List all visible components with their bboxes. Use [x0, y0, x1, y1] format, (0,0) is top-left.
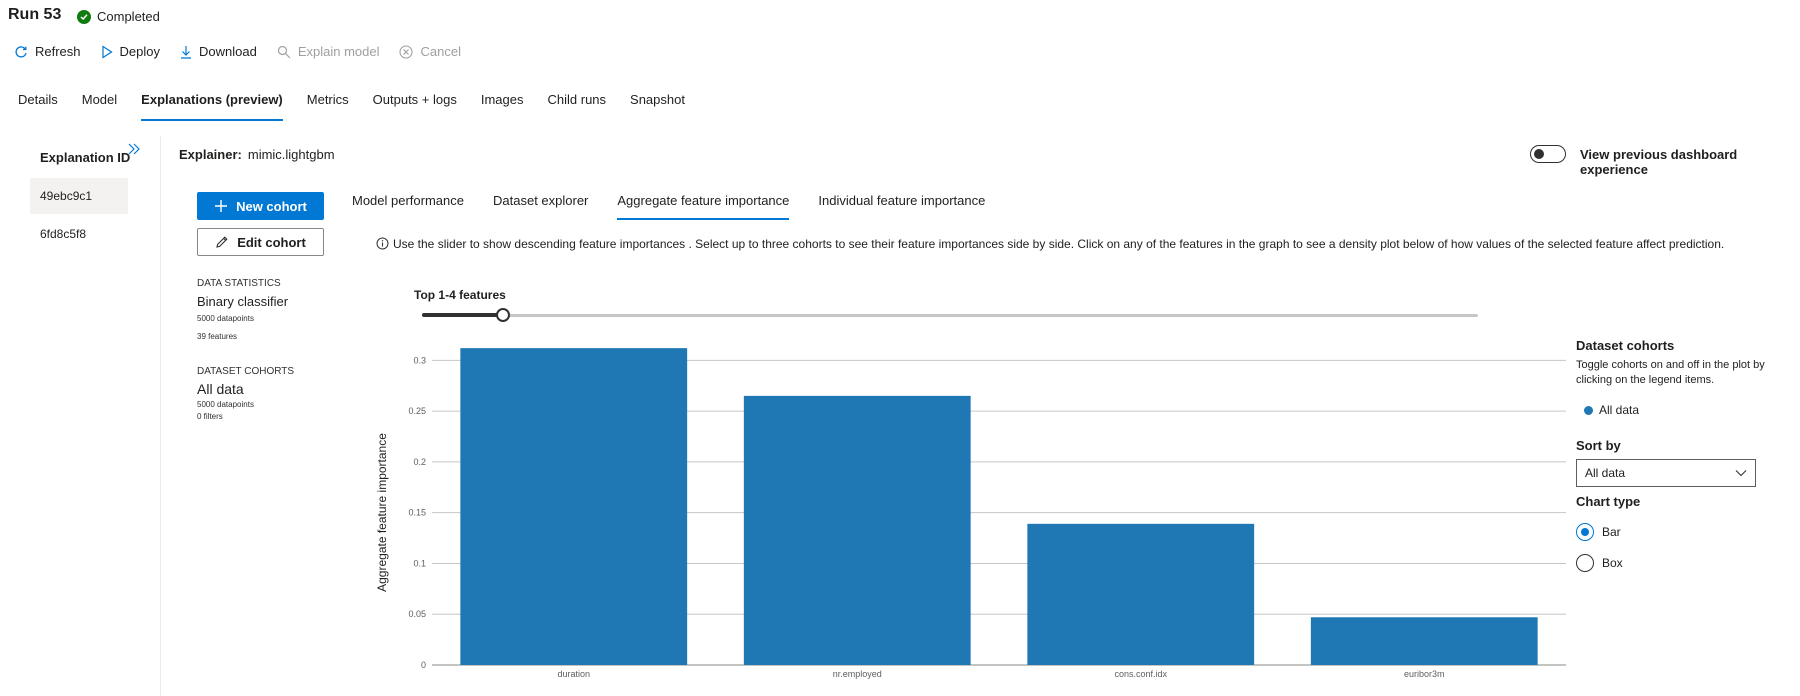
edit-cohort-label: Edit cohort — [237, 234, 306, 250]
chart-type-label: Chart type — [1576, 494, 1641, 509]
previous-dashboard-toggle[interactable] — [1530, 145, 1566, 163]
legend-item-all-data[interactable]: All data — [1584, 403, 1639, 417]
y-tick-label: 0.3 — [413, 355, 426, 365]
y-tick-label: 0.2 — [413, 457, 426, 467]
dataset-cohorts-heading: DATASET COHORTS — [197, 366, 295, 377]
info-text: Use the slider to show descending featur… — [393, 237, 1725, 251]
chart-type-bar-radio[interactable]: Bar — [1576, 523, 1621, 541]
radio-circle-checked — [1576, 523, 1594, 541]
sort-by-value: All data — [1585, 466, 1626, 480]
radio-circle — [1576, 554, 1594, 572]
toggle-knob — [1534, 149, 1544, 159]
check-circle-icon — [77, 9, 91, 24]
info-message: Use the slider to show descending featur… — [376, 236, 1736, 253]
previous-dashboard-label: View previous dashboard experience — [1580, 147, 1738, 177]
feature-slider-thumb[interactable] — [496, 308, 510, 322]
run-tabs: Details Model Explanations (preview) Met… — [18, 92, 685, 121]
cohort-name: All data — [197, 381, 244, 397]
deploy-label: Deploy — [119, 44, 160, 59]
y-tick-label: 0 — [421, 660, 426, 670]
feature-slider-track[interactable] — [422, 314, 1478, 317]
dataset-cohorts-description: Toggle cohorts on and off in the plot by… — [1576, 359, 1765, 386]
chart-type-bar-label: Bar — [1602, 525, 1621, 539]
explanation-item-6fd8c5f8[interactable]: 6fd8c5f8 — [30, 216, 128, 252]
explain-model-label: Explain model — [297, 44, 380, 59]
pencil-icon — [216, 236, 228, 248]
tab-images[interactable]: Images — [481, 92, 524, 115]
refresh-label: Refresh — [35, 44, 81, 59]
explanation-id-header: Explanation ID — [40, 150, 131, 165]
search-icon — [277, 45, 291, 58]
explainer-value: mimic.lightgbm — [247, 147, 335, 162]
tab-details[interactable]: Details — [18, 92, 58, 115]
bar-duration[interactable] — [460, 348, 688, 665]
x-tick-label: nr.employed — [833, 669, 882, 679]
tab-aggregate-feature-importance[interactable]: Aggregate feature importance — [617, 193, 790, 220]
tab-individual-feature-importance[interactable]: Individual feature importance — [818, 193, 985, 208]
explainer-info: Explainer: mimic.lightgbm — [179, 147, 335, 162]
tab-explanations[interactable]: Explanations (preview) — [141, 92, 283, 121]
x-tick-label: duration — [557, 669, 590, 679]
chevron-down-icon — [1735, 470, 1747, 477]
panel-divider — [160, 136, 161, 696]
tab-outputs-logs[interactable]: Outputs + logs — [373, 92, 457, 115]
dashboard-tabs: Model performance Dataset explorer Aggre… — [352, 193, 985, 220]
info-icon — [376, 237, 389, 250]
tab-model[interactable]: Model — [82, 92, 117, 115]
slider-label: Top 1-4 features — [414, 288, 506, 302]
chart-type-box-radio[interactable]: Box — [1576, 554, 1623, 572]
x-tick-label: euribor3m — [1404, 669, 1445, 679]
download-icon — [181, 45, 191, 59]
explanation-item-49ebc9c1[interactable]: 49ebc9c1 — [30, 178, 128, 214]
cancel-button[interactable]: Cancel — [399, 44, 461, 59]
tab-dataset-explorer[interactable]: Dataset explorer — [493, 193, 588, 208]
feature-slider-fill — [422, 313, 504, 317]
cancel-label: Cancel — [420, 44, 461, 59]
tab-metrics[interactable]: Metrics — [307, 92, 349, 115]
y-tick-label: 0.25 — [408, 406, 426, 416]
chart-type-box-label: Box — [1602, 556, 1623, 570]
sort-by-dropdown[interactable]: All data — [1576, 459, 1756, 487]
bar-nr-employed[interactable] — [743, 395, 971, 665]
classifier-type: Binary classifier — [197, 294, 289, 309]
play-icon — [101, 44, 113, 59]
tab-snapshot[interactable]: Snapshot — [630, 92, 685, 115]
new-cohort-button[interactable]: New cohort — [197, 192, 324, 220]
explainer-label: Explainer: — [179, 147, 242, 162]
new-cohort-label: New cohort — [236, 198, 307, 214]
y-axis-label: Aggregate feature importance — [375, 433, 389, 592]
data-statistics-heading: DATA STATISTICS — [197, 278, 281, 289]
cohort-datapoints: 5000 datapoints — [197, 400, 254, 409]
cohort-filters: 0 filters — [197, 412, 223, 421]
y-tick-label: 0.1 — [413, 558, 426, 568]
explain-model-button[interactable]: Explain model — [277, 44, 380, 59]
feature-importance-chart: 0 0.05 0.1 0.15 0.2 0.25 0.3 Aggregate feature … — [375, 348, 1566, 679]
x-tick-label: cons.conf.idx — [1114, 669, 1167, 679]
plus-icon — [215, 200, 228, 212]
legend-label: All data — [1599, 403, 1640, 417]
tab-child-runs[interactable]: Child runs — [548, 92, 607, 115]
datapoints-count: 5000 datapoints — [197, 314, 254, 323]
sort-by-label: Sort by — [1576, 438, 1621, 453]
dataset-cohorts-title: Dataset cohorts — [1576, 338, 1675, 353]
y-tick-label: 0.05 — [408, 609, 426, 619]
cancel-icon — [399, 44, 414, 59]
status-label: Completed — [97, 9, 160, 24]
y-tick-label: 0.15 — [408, 508, 426, 518]
expand-panel-icon[interactable] — [126, 141, 142, 162]
bar-euribor3m[interactable] — [1310, 617, 1538, 665]
tab-model-performance[interactable]: Model performance — [352, 193, 464, 208]
run-status: Completed — [77, 9, 160, 24]
legend-dot — [1584, 405, 1593, 415]
toolbar: Refresh Deploy Download Explain model Ca… — [14, 44, 461, 59]
bar-cons-conf-idx[interactable] — [1027, 523, 1255, 665]
refresh-button[interactable]: Refresh — [14, 44, 81, 59]
run-title: Run 53 — [8, 6, 62, 23]
download-button[interactable]: Download — [180, 44, 257, 59]
deploy-button[interactable]: Deploy — [101, 44, 160, 59]
download-label: Download — [199, 44, 257, 59]
edit-cohort-button[interactable]: Edit cohort — [197, 228, 324, 256]
refresh-icon — [15, 45, 27, 58]
features-count: 39 features — [197, 332, 238, 341]
